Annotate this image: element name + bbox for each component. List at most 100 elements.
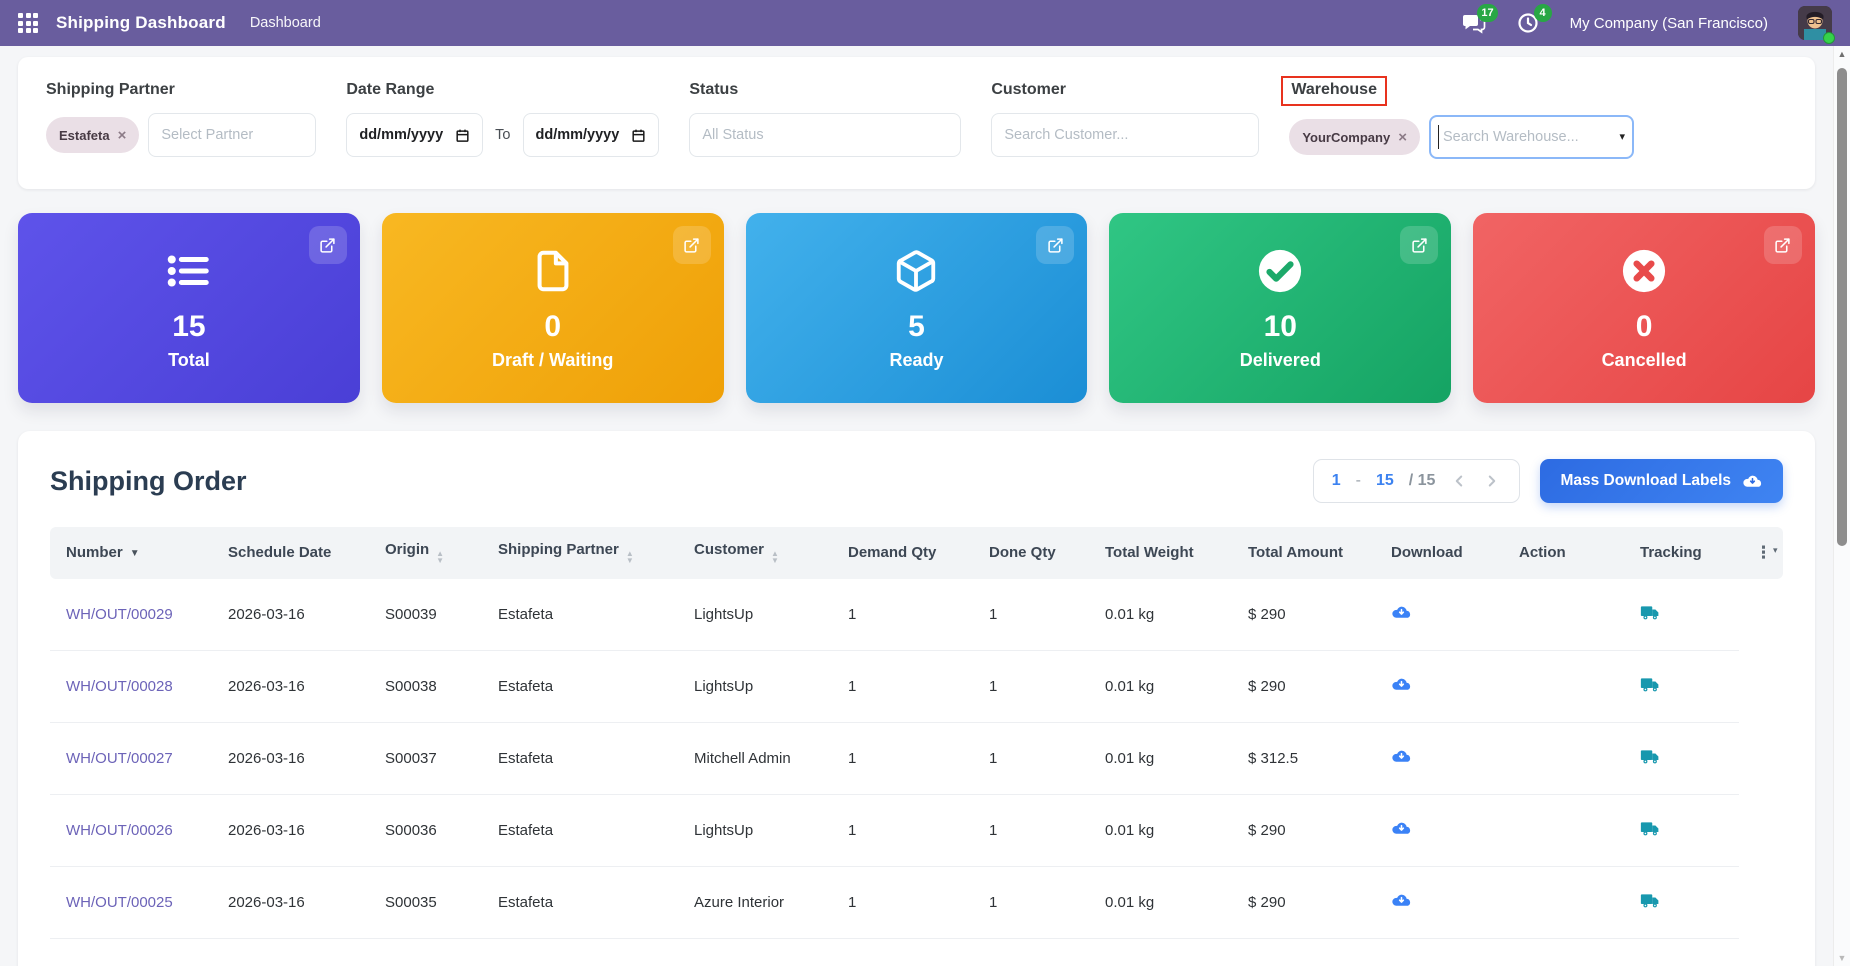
cloud-download-icon[interactable] <box>1391 602 1412 623</box>
truck-tracking-icon[interactable] <box>1640 818 1661 839</box>
next-page-icon[interactable] <box>1483 472 1501 490</box>
stat-card-cancelled[interactable]: 0 Cancelled <box>1473 213 1815 403</box>
open-external-icon[interactable] <box>672 226 711 264</box>
filter-status: Status <box>689 81 962 157</box>
table-row: WH/OUT/00024 2026-03-16 S00034 Estafeta … <box>50 938 1783 966</box>
col-schedule-date[interactable]: Schedule Date <box>212 527 369 579</box>
action-cell <box>1503 650 1624 723</box>
page-scrollbar[interactable]: ▲ ▼ <box>1833 46 1850 966</box>
truck-tracking-icon[interactable] <box>1640 674 1661 695</box>
section-title: Shipping Order <box>50 465 247 496</box>
remove-tag-icon[interactable]: × <box>1398 130 1407 145</box>
prev-page-icon[interactable] <box>1450 472 1468 490</box>
stat-label: Delivered <box>1239 349 1321 370</box>
calendar-icon <box>456 129 469 142</box>
check-circle-icon <box>1257 246 1303 296</box>
shipping-partner-cell: Estafeta <box>482 866 678 939</box>
activities-clock-icon[interactable]: 4 <box>1516 4 1552 35</box>
warehouse-search-input[interactable] <box>1428 115 1634 159</box>
tracking-cell <box>1624 650 1739 723</box>
demand-qty-cell: 1 <box>832 938 973 966</box>
date-to-input[interactable]: dd/mm/yyyy <box>522 113 660 157</box>
stat-card-delivered[interactable]: 10 Delivered <box>1109 213 1452 403</box>
total-weight-cell: 0.01 kg <box>1089 938 1232 966</box>
schedule-date-cell: 2026-03-16 <box>212 578 369 651</box>
order-number-link[interactable]: WH/OUT/00028 <box>66 678 173 695</box>
cloud-download-icon[interactable] <box>1391 890 1412 911</box>
truck-tracking-icon[interactable] <box>1640 746 1661 767</box>
menu-item-dashboard[interactable]: Dashboard <box>250 15 321 31</box>
messages-icon[interactable]: 17 <box>1462 4 1498 35</box>
demand-qty-cell: 1 <box>832 866 973 939</box>
scroll-up-icon[interactable]: ▲ <box>1834 46 1850 62</box>
remove-tag-icon[interactable]: × <box>118 128 127 143</box>
schedule-date-cell: 2026-03-16 <box>212 866 369 939</box>
cloud-download-icon[interactable] <box>1391 746 1412 767</box>
page-start[interactable]: 1 <box>1332 472 1341 490</box>
user-avatar[interactable] <box>1798 6 1835 44</box>
stat-card-total[interactable]: 15 Total <box>18 213 360 403</box>
stat-card-draft-waiting[interactable]: 0 Draft / Waiting <box>381 213 724 403</box>
stat-card-ready[interactable]: 5 Ready <box>745 213 1088 403</box>
download-cell <box>1375 794 1503 867</box>
table-row: WH/OUT/00026 2026-03-16 S00036 Estafeta … <box>50 794 1783 867</box>
action-cell <box>1503 938 1624 966</box>
col-customer[interactable]: Customer ▲ ▼ <box>678 527 832 579</box>
scroll-down-icon[interactable]: ▼ <box>1834 950 1850 966</box>
col-origin[interactable]: Origin ▲ ▼ <box>369 527 482 579</box>
col-total-amount: Total Amount <box>1232 527 1375 579</box>
open-external-icon[interactable] <box>1400 226 1439 264</box>
sort-desc-icon: ▼ <box>129 548 140 560</box>
orders-table: Number ▼ Schedule Date Origin ▲ ▼ Shipping … <box>50 527 1783 966</box>
stat-value: 10 <box>1263 309 1297 343</box>
mass-download-labels-button[interactable]: Mass Download Labels <box>1540 459 1783 503</box>
page-end[interactable]: 15 <box>1376 472 1394 490</box>
open-external-icon[interactable] <box>308 226 347 264</box>
total-weight-cell: 0.01 kg <box>1089 650 1232 723</box>
stat-label: Ready <box>889 349 944 370</box>
stat-label: Draft / Waiting <box>492 349 614 370</box>
truck-tracking-icon[interactable] <box>1640 890 1661 911</box>
cloud-download-icon[interactable] <box>1391 962 1412 966</box>
table-header-row: Number ▼ Schedule Date Origin ▲ ▼ Shipping … <box>50 527 1783 579</box>
app-title[interactable]: Shipping Dashboard <box>56 13 226 33</box>
sort-icon: ▲ ▼ <box>625 549 634 565</box>
download-cell <box>1375 722 1503 795</box>
select-partner-input[interactable] <box>148 113 317 157</box>
column-options-icon: ⋮▾ <box>1755 542 1778 562</box>
scrollbar-thumb[interactable] <box>1837 68 1847 546</box>
col-demand-qty: Demand Qty <box>832 527 973 579</box>
page-total: / 15 <box>1408 472 1436 489</box>
top-navbar: Shipping Dashboard Dashboard 17 4 My Com… <box>0 0 1850 46</box>
open-external-icon[interactable] <box>1763 226 1802 264</box>
open-external-icon[interactable] <box>1036 226 1075 264</box>
cloud-download-icon[interactable] <box>1391 674 1412 695</box>
schedule-date-cell: 2026-03-16 <box>212 794 369 867</box>
customer-search-input[interactable] <box>991 113 1260 157</box>
truck-tracking-icon[interactable] <box>1640 602 1661 623</box>
stat-value: 0 <box>544 309 562 343</box>
truck-tracking-icon[interactable] <box>1640 962 1661 966</box>
origin-cell: S00036 <box>369 794 482 867</box>
col-download: Download <box>1375 527 1503 579</box>
order-number-link[interactable]: WH/OUT/00027 <box>66 750 173 767</box>
cube-icon <box>893 246 939 296</box>
order-number-link[interactable]: WH/OUT/00029 <box>66 606 173 623</box>
col-number[interactable]: Number ▼ <box>50 527 212 579</box>
status-input[interactable] <box>689 113 962 157</box>
order-number-link[interactable]: WH/OUT/00025 <box>66 894 173 911</box>
date-range-label: Date Range <box>346 81 435 98</box>
table-row: WH/OUT/00029 2026-03-16 S00039 Estafeta … <box>50 578 1783 651</box>
apps-grid-icon[interactable] <box>18 13 38 33</box>
tracking-cell <box>1624 938 1739 966</box>
warehouse-tag[interactable]: YourCompany × <box>1289 119 1420 155</box>
download-cell <box>1375 650 1503 723</box>
col-options[interactable]: ⋮▾ <box>1739 527 1783 579</box>
filter-date-range: Date Range dd/mm/yyyy To dd/mm/yyyy <box>346 81 660 157</box>
date-from-input[interactable]: dd/mm/yyyy <box>346 113 484 157</box>
col-shipping-partner[interactable]: Shipping Partner ▲ ▼ <box>482 527 678 579</box>
shipping-partner-tag[interactable]: Estafeta × <box>46 117 140 153</box>
cloud-download-icon[interactable] <box>1391 818 1412 839</box>
company-switcher[interactable]: My Company (San Francisco) <box>1570 15 1768 32</box>
order-number-link[interactable]: WH/OUT/00026 <box>66 822 173 839</box>
